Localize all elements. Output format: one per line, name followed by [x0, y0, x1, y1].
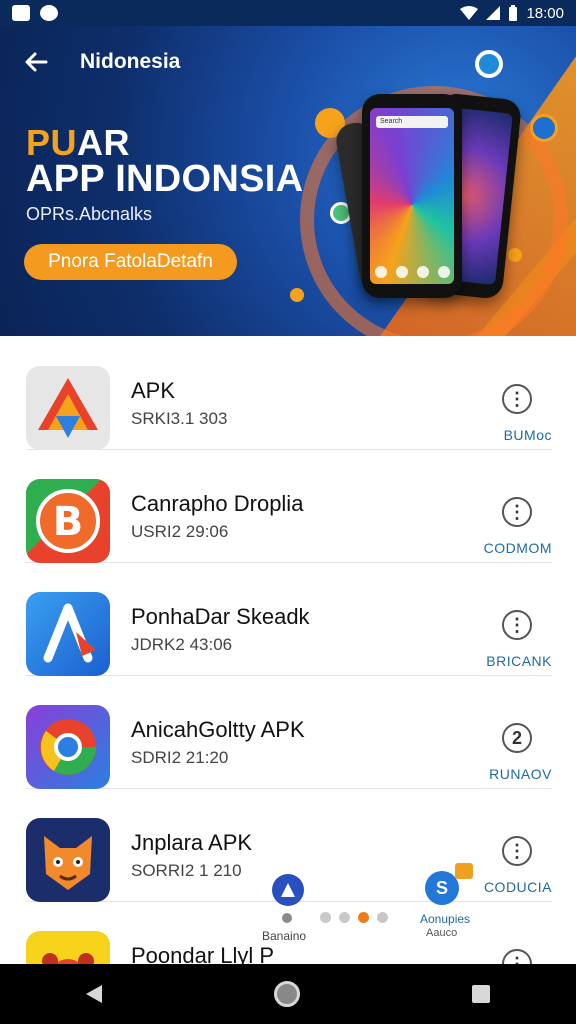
- nav-home-icon[interactable]: [274, 981, 300, 1007]
- hero-title-line2: APP INDONSIA: [26, 158, 304, 200]
- app-name: Canrapho Droplia: [131, 491, 304, 516]
- app-icon: [26, 592, 110, 676]
- more-options-icon[interactable]: ⋮: [502, 949, 532, 964]
- status-time: 18:00: [526, 4, 564, 22]
- back-arrow-icon[interactable]: [22, 48, 50, 76]
- phone-screen-dock: [370, 266, 454, 278]
- app-icon: [26, 818, 110, 902]
- app-action-link[interactable]: BRICANK: [486, 653, 552, 669]
- app-action-link[interactable]: BUMoc: [504, 427, 552, 443]
- app-action-link[interactable]: CODUCIA: [484, 879, 552, 895]
- list-item[interactable]: PonhaDar Skeadk JDRK2 43:06 ⋮ BRICANK: [26, 562, 552, 676]
- page-dot[interactable]: [320, 912, 331, 923]
- more-options-icon[interactable]: ⋮: [502, 384, 532, 414]
- nav-recent-apps-icon[interactable]: [472, 985, 490, 1003]
- more-options-icon[interactable]: ⋮: [502, 610, 532, 640]
- notification-icon: [12, 5, 30, 21]
- list-item[interactable]: AnicahGoltty APK SDRI2 21:20 2 RUNAOV: [26, 675, 552, 789]
- app-meta: SDRI2 21:20: [131, 748, 229, 767]
- list-item[interactable]: APK SRKI3.1 303 ⋮ BUMoc: [26, 336, 552, 450]
- hero-decoration-dot: [290, 288, 304, 302]
- floating-right-sublabel: Aauco: [426, 927, 458, 939]
- phone-screen-search-bar: Search: [376, 116, 448, 128]
- app-icon: [26, 705, 110, 789]
- system-nav-bar: [0, 964, 576, 1024]
- nav-back-icon[interactable]: [86, 985, 102, 1003]
- wifi-icon: [460, 6, 479, 20]
- hero-subtitle: OPRs.Abcnalks: [26, 204, 153, 224]
- hero-cta-button[interactable]: Pnora FatolaDetafn: [24, 244, 237, 280]
- battery-icon: [509, 5, 518, 21]
- app-name: PonhaDar Skeadk: [131, 604, 310, 629]
- page-indicator: [282, 912, 388, 923]
- page-dot[interactable]: [339, 912, 350, 923]
- status-bar: 18:00: [0, 0, 576, 26]
- s-glyph-icon: S: [435, 877, 448, 898]
- app-name: Poondar Llyl P: [131, 943, 275, 964]
- app-name: AnicahGoltty APK: [131, 717, 305, 742]
- floating-right-label: Aonupies: [420, 912, 471, 926]
- svg-text:B: B: [53, 499, 84, 545]
- list-item[interactable]: B Canrapho Droplia USRI2 29:06 ⋮ CODMOM: [26, 449, 552, 563]
- floating-app-a-icon[interactable]: [272, 874, 304, 906]
- app-notification-icon: [40, 5, 58, 21]
- more-options-icon[interactable]: 2: [502, 723, 532, 753]
- app-list: APK SRKI3.1 303 ⋮ BUMoc B Canrapho Dropl…: [0, 336, 576, 964]
- phone-illustration-front: Search: [362, 94, 462, 298]
- page-dot[interactable]: [282, 912, 292, 923]
- app-icon: B: [26, 479, 110, 563]
- app-action-link[interactable]: RUNAOV: [489, 766, 552, 782]
- app-name: APK: [131, 378, 176, 403]
- page-dot-active[interactable]: [358, 912, 369, 923]
- app-icon: [26, 931, 110, 964]
- badge-icon: [455, 863, 473, 879]
- page-dot[interactable]: [377, 912, 388, 923]
- hero-title-rest: AR: [77, 122, 131, 163]
- page-title: Nidonesia: [80, 50, 181, 73]
- floating-app-s-icon[interactable]: S: [425, 863, 473, 905]
- app-meta: JDRK2 43:06: [131, 635, 233, 654]
- more-options-icon[interactable]: ⋮: [502, 497, 532, 527]
- more-options-icon[interactable]: ⋮: [502, 836, 532, 866]
- app-icon: [26, 366, 110, 450]
- app-meta: SORRI2 1 210: [131, 861, 242, 880]
- floating-left-label: Banaino: [262, 929, 307, 943]
- hero-decoration-dot: [508, 248, 522, 262]
- hero-decoration-dot: [475, 50, 503, 78]
- app-meta: USRI2 29:06: [131, 522, 229, 541]
- hero-decoration-dot: [530, 114, 558, 142]
- app-action-link[interactable]: CODMOM: [484, 540, 552, 556]
- app-meta: SRKI3.1 303: [131, 409, 228, 428]
- signal-icon: [486, 6, 501, 20]
- hero-title-accent: PU: [26, 122, 78, 163]
- app-name: Jnplara APK: [131, 830, 253, 855]
